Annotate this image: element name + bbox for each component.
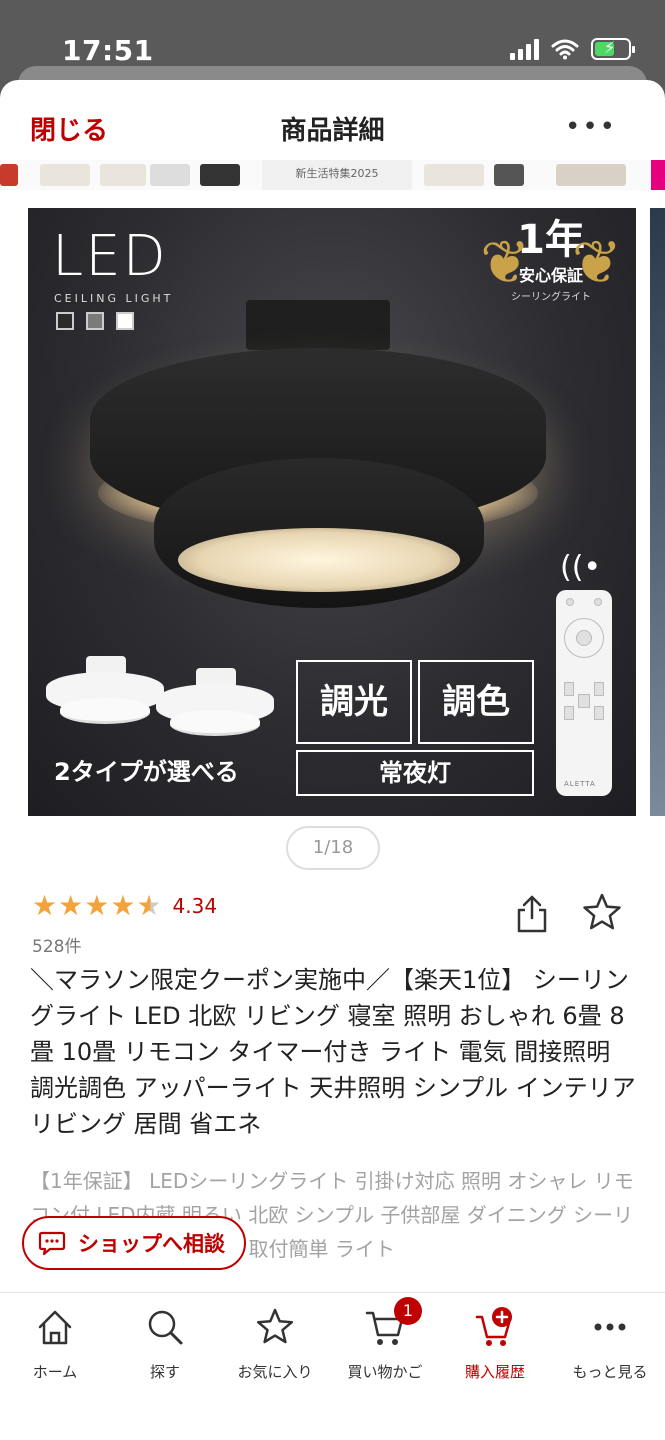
swatch-dark — [56, 312, 74, 330]
nav-label: 購入履歴 — [464, 1363, 525, 1381]
types-label: 2タイプが選べる — [54, 758, 239, 786]
white-lamp-thumbnail — [46, 656, 164, 726]
status-time: 17:51 — [62, 34, 154, 67]
banner-thumb — [0, 164, 18, 186]
nav-purchase-history[interactable]: 購入履歴 — [440, 1305, 550, 1382]
nav-label: ホーム — [32, 1363, 78, 1381]
star-icon: ★ — [84, 889, 110, 922]
banner-label: 新生活特集2025 — [262, 160, 412, 190]
color-swatches — [56, 312, 134, 330]
chat-bubble-icon — [38, 1231, 66, 1256]
star-icon: ★ — [32, 889, 58, 922]
product-image[interactable]: LED CEILING LIGHT ❦ ❦ 1年 安心保証 シーリングライト 2… — [28, 208, 636, 816]
product-title: ＼マラソン限定クーポン実施中／【楽天1位】 シーリングライト LED 北欧 リビ… — [30, 966, 636, 1138]
next-product-image[interactable] — [650, 208, 665, 816]
feature-dimming: 調光 — [296, 660, 412, 744]
laurel-icon: ❦ — [480, 228, 531, 298]
nav-more[interactable]: もっと見る — [555, 1305, 665, 1382]
banner-thumb — [556, 164, 626, 186]
wifi-icon — [551, 39, 579, 60]
share-icon[interactable] — [514, 894, 550, 934]
sheet-header: 閉じる 商品詳細 ••• — [0, 80, 665, 172]
star-icon: ★ — [110, 889, 136, 922]
nav-cart[interactable]: 1 買い物かご — [330, 1297, 440, 1382]
banner-strip[interactable]: 新生活特集2025 — [0, 160, 665, 190]
banner-thumb — [651, 160, 665, 190]
banner-thumb — [200, 164, 240, 186]
lamp-mount — [246, 300, 390, 350]
swatch-gray — [86, 312, 104, 330]
rating-row[interactable]: ★ ★ ★ ★ ★ 4.34 — [32, 892, 217, 920]
bottom-nav: ホーム 探す お気に入り 1 買い物かご 購入履歴 もっと見る — [0, 1292, 665, 1440]
signal-icon — [510, 38, 539, 60]
nav-label: お気に入り — [237, 1363, 313, 1381]
search-icon — [148, 1310, 183, 1345]
white-lamp-thumbnail — [156, 668, 274, 738]
banner-thumb — [494, 164, 524, 186]
laurel-icon: ❦ — [571, 228, 622, 298]
nav-label: もっと見る — [572, 1363, 648, 1381]
image-led-text: LED — [52, 224, 168, 289]
home-icon — [38, 1310, 72, 1345]
product-detail-sheet: 閉じる 商品詳細 ••• 新生活特集2025 LED CEILING LIGHT… — [0, 80, 665, 1440]
feature-color-tone: 調色 — [418, 660, 534, 744]
shop-consult-label: ショップへ相談 — [78, 1232, 225, 1256]
banner-thumb — [40, 164, 90, 186]
shop-consult-button[interactable]: ショップへ相談 — [22, 1216, 246, 1270]
more-options-button[interactable]: ••• — [565, 112, 617, 142]
image-page-indicator: 1/18 — [286, 826, 380, 870]
swatch-white — [116, 312, 134, 330]
half-star-icon: ★ — [136, 889, 162, 922]
more-icon — [594, 1323, 626, 1331]
nav-search[interactable]: 探す — [110, 1305, 220, 1382]
status-icons: ⚡ — [510, 38, 635, 60]
battery-icon: ⚡ — [591, 38, 635, 60]
warranty-badge: ❦ ❦ 1年 安心保証 シーリングライト — [480, 214, 622, 324]
wireless-icon: ((• — [560, 550, 602, 585]
nav-home[interactable]: ホーム — [0, 1305, 110, 1382]
rating-value: 4.34 — [172, 894, 218, 918]
feature-night-light: 常夜灯 — [296, 750, 534, 796]
review-count[interactable]: 528件 — [32, 932, 81, 957]
star-icon — [256, 1308, 294, 1344]
banner-thumb — [100, 164, 146, 186]
nav-label: 探す — [149, 1363, 180, 1381]
purchase-history-icon — [475, 1307, 512, 1346]
remote-control: ALETTA — [556, 590, 612, 796]
banner-thumb — [150, 164, 190, 186]
star-icon: ★ — [58, 889, 84, 922]
favorite-star-icon[interactable] — [582, 892, 622, 932]
nav-favorites[interactable]: お気に入り — [220, 1305, 330, 1382]
remote-brand: ALETTA — [564, 780, 596, 788]
image-ceiling-text: CEILING LIGHT — [54, 292, 174, 305]
lamp-diffuser — [178, 528, 460, 592]
banner-thumb — [424, 164, 484, 186]
cart-badge: 1 — [394, 1297, 422, 1325]
nav-label: 買い物かご — [347, 1363, 423, 1381]
